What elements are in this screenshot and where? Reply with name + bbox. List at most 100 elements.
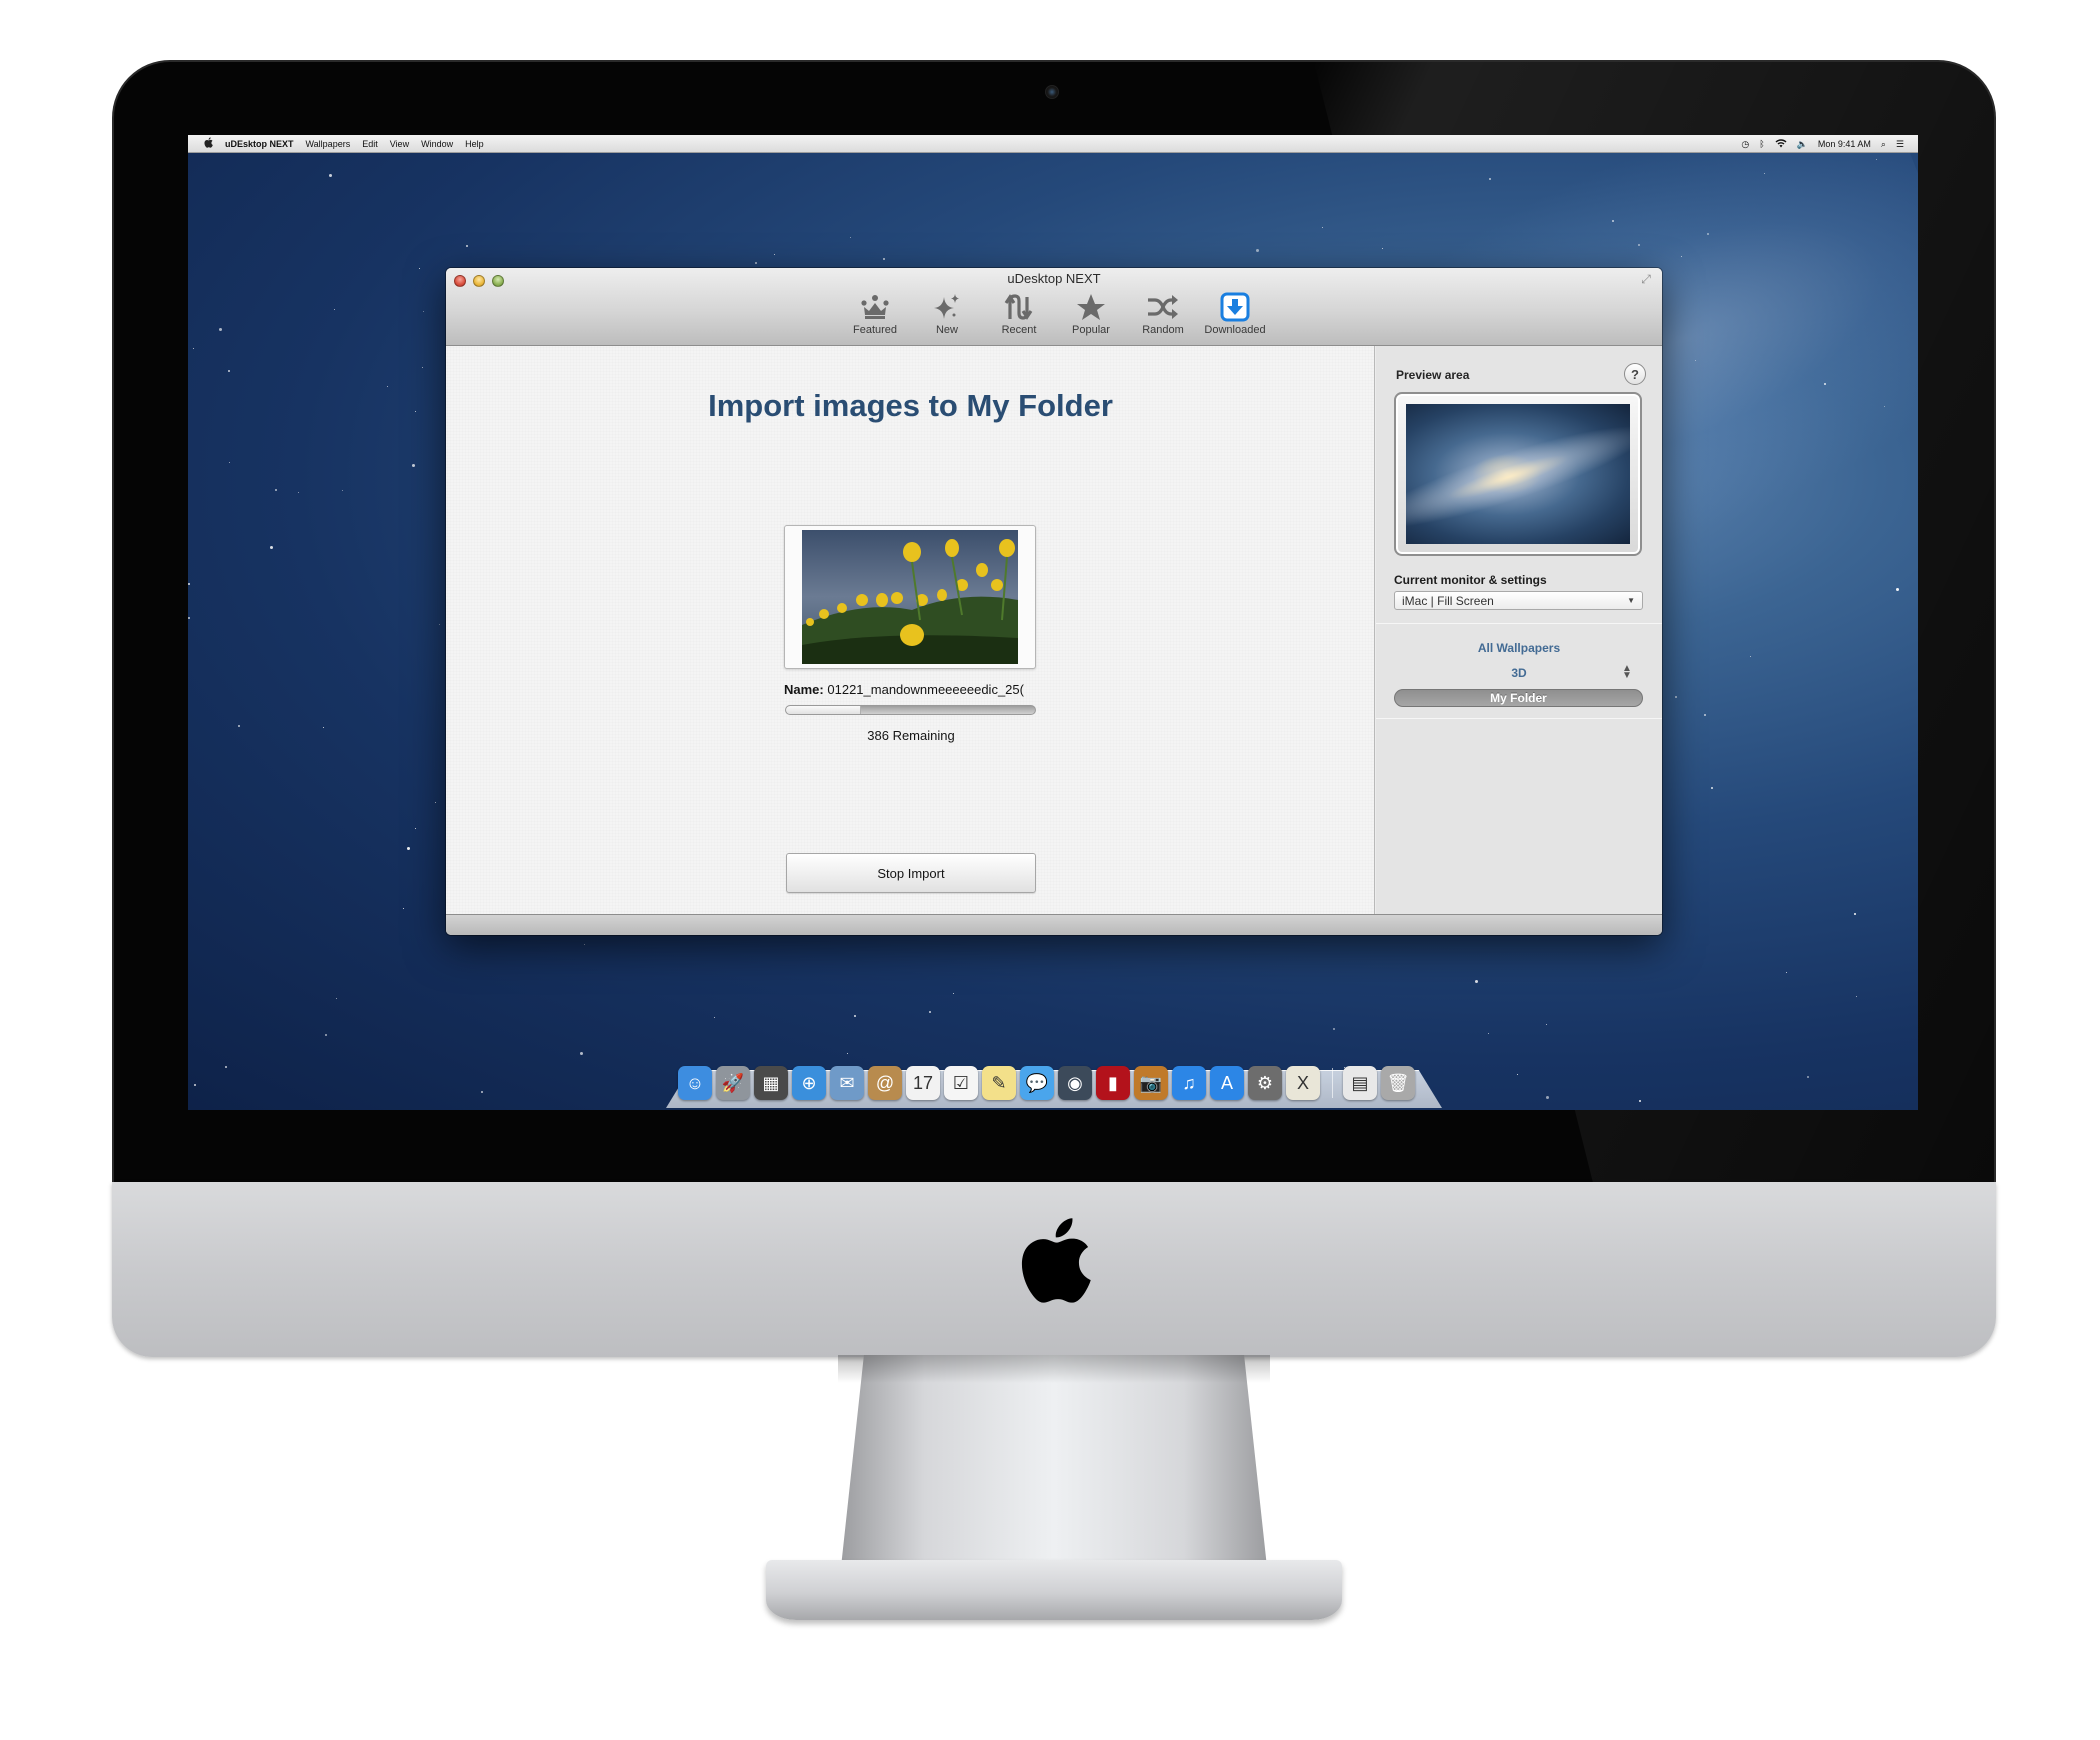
toolbar-new[interactable]: New bbox=[911, 290, 983, 344]
star bbox=[188, 617, 190, 619]
file-name-value: 01221_mandownmeeeeeedic_25( bbox=[827, 682, 1024, 697]
preview-image bbox=[1406, 404, 1630, 544]
calendar-icon[interactable]: 17 bbox=[906, 1066, 940, 1100]
file-name-label: Name: bbox=[784, 682, 824, 697]
toolbar-popular[interactable]: Popular bbox=[1055, 290, 1127, 344]
menu-item-window[interactable]: Window bbox=[421, 139, 453, 149]
stop-import-button[interactable]: Stop Import bbox=[786, 853, 1036, 893]
star bbox=[188, 583, 190, 585]
search-icon[interactable]: ⌕ bbox=[1881, 139, 1886, 150]
imac-stand bbox=[838, 1355, 1270, 1595]
photo-booth-icon[interactable]: ▮ bbox=[1096, 1066, 1130, 1100]
star bbox=[1475, 980, 1478, 983]
facetime-icon[interactable]: ◉ bbox=[1058, 1066, 1092, 1100]
source-all-wallpapers[interactable]: All Wallpapers bbox=[1376, 641, 1662, 655]
bluetooth-icon[interactable]: ᛒ bbox=[1759, 139, 1764, 149]
toolbar-label: Featured bbox=[852, 324, 898, 336]
apple-logo-icon bbox=[1018, 1215, 1092, 1305]
recent-arrows-icon bbox=[1001, 290, 1037, 324]
menu-item-wallpapers[interactable]: Wallpapers bbox=[306, 139, 351, 149]
apple-menu-icon[interactable] bbox=[204, 136, 213, 151]
star bbox=[714, 1017, 715, 1018]
star bbox=[929, 1011, 931, 1013]
remaining-count: 386 Remaining bbox=[867, 728, 955, 743]
reminders-icon[interactable]: ☑ bbox=[944, 1066, 978, 1100]
star bbox=[225, 1066, 227, 1068]
menu-item-help[interactable]: Help bbox=[465, 139, 484, 149]
star bbox=[1876, 159, 1877, 160]
menu-item-view[interactable]: View bbox=[390, 139, 409, 149]
window-bottom-bar bbox=[446, 914, 1662, 935]
star bbox=[466, 245, 468, 247]
source-category[interactable]: 3D bbox=[1376, 666, 1662, 680]
star bbox=[1750, 656, 1751, 657]
star bbox=[419, 268, 420, 269]
star bbox=[1856, 996, 1857, 997]
star bbox=[1639, 1100, 1641, 1102]
star bbox=[1695, 360, 1696, 361]
toolbar: Featured New Recent Popular Random Downl… bbox=[446, 290, 1662, 344]
dock: ☺ 🚀 ▦ ⊕ ✉ @17 ☑ ✎ 💬 ◉ ▮ 📷 ♫ A ⚙ X ▤ 🗑 bbox=[678, 1060, 1438, 1100]
system-preferences-icon[interactable]: ⚙ bbox=[1248, 1066, 1282, 1100]
contacts-icon[interactable]: @ bbox=[868, 1066, 902, 1100]
star bbox=[334, 309, 335, 310]
star bbox=[1896, 588, 1899, 591]
toolbar-recent[interactable]: Recent bbox=[983, 290, 1055, 344]
desktop-screen: uDEsktop NEXT Wallpapers Edit View Windo… bbox=[188, 135, 1918, 1110]
star bbox=[329, 174, 332, 177]
star bbox=[228, 370, 230, 372]
udesktop-icon[interactable]: X bbox=[1286, 1066, 1320, 1100]
star bbox=[1704, 714, 1706, 716]
itunes-icon[interactable]: ♫ bbox=[1172, 1066, 1206, 1100]
time-machine-icon[interactable]: ◷ bbox=[1741, 139, 1749, 150]
notes-icon[interactable]: ✎ bbox=[982, 1066, 1016, 1100]
menu-item-app[interactable]: uDEsktop NEXT bbox=[225, 139, 294, 149]
toolbar-label: New bbox=[935, 324, 958, 336]
star bbox=[1638, 244, 1640, 246]
toolbar-featured[interactable]: Featured bbox=[839, 290, 911, 344]
star bbox=[403, 908, 404, 909]
star bbox=[1824, 383, 1826, 385]
divider bbox=[1376, 623, 1662, 624]
source-my-folder[interactable]: My Folder bbox=[1394, 689, 1643, 707]
finder-icon[interactable]: ☺ bbox=[678, 1066, 712, 1100]
list-icon[interactable]: ☰ bbox=[1896, 139, 1904, 150]
star bbox=[423, 311, 424, 312]
clock[interactable]: Mon 9:41 AM bbox=[1818, 139, 1871, 149]
stand-shadow bbox=[838, 1355, 1270, 1383]
mission-control-icon[interactable]: ▦ bbox=[754, 1066, 788, 1100]
documents-stack-icon[interactable]: ▤ bbox=[1343, 1066, 1377, 1100]
menu-item-edit[interactable]: Edit bbox=[362, 139, 378, 149]
monitor-settings-value: iMac | Fill Screen bbox=[1402, 593, 1494, 608]
safari-icon[interactable]: ⊕ bbox=[792, 1066, 826, 1100]
category-stepper-icon[interactable]: ▲ ▼ bbox=[1622, 664, 1632, 681]
monitor-settings-select[interactable]: iMac | Fill Screen ▼ bbox=[1394, 591, 1643, 610]
monitor-settings-label: Current monitor & settings bbox=[1394, 573, 1547, 587]
trash-icon[interactable]: 🗑 bbox=[1381, 1066, 1415, 1100]
mail-icon[interactable]: ✉ bbox=[830, 1066, 864, 1100]
chevron-down-icon: ▼ bbox=[1627, 596, 1635, 605]
messages-icon[interactable]: 💬 bbox=[1020, 1066, 1054, 1100]
camera-icon bbox=[1045, 85, 1059, 99]
star bbox=[387, 386, 388, 387]
volume-icon[interactable]: 🔈 bbox=[1797, 139, 1808, 150]
wifi-icon[interactable] bbox=[1775, 138, 1787, 150]
star bbox=[755, 262, 757, 264]
help-button[interactable]: ? bbox=[1624, 363, 1646, 385]
star bbox=[774, 254, 775, 255]
star bbox=[580, 1052, 583, 1055]
toolbar-random[interactable]: Random bbox=[1127, 290, 1199, 344]
star bbox=[439, 624, 440, 625]
import-thumbnail-frame bbox=[784, 525, 1036, 669]
star bbox=[422, 367, 423, 368]
iphoto-icon[interactable]: 📷 bbox=[1134, 1066, 1168, 1100]
star bbox=[1884, 406, 1885, 407]
fullscreen-icon[interactable]: ⤢ bbox=[1638, 272, 1654, 288]
launchpad-icon[interactable]: 🚀 bbox=[716, 1066, 750, 1100]
star bbox=[194, 1084, 196, 1086]
star bbox=[407, 847, 410, 850]
toolbar-downloaded[interactable]: Downloaded bbox=[1199, 290, 1271, 344]
app-store-icon[interactable]: A bbox=[1210, 1066, 1244, 1100]
star bbox=[412, 464, 415, 467]
menu-bar: uDEsktop NEXT Wallpapers Edit View Windo… bbox=[188, 135, 1918, 153]
